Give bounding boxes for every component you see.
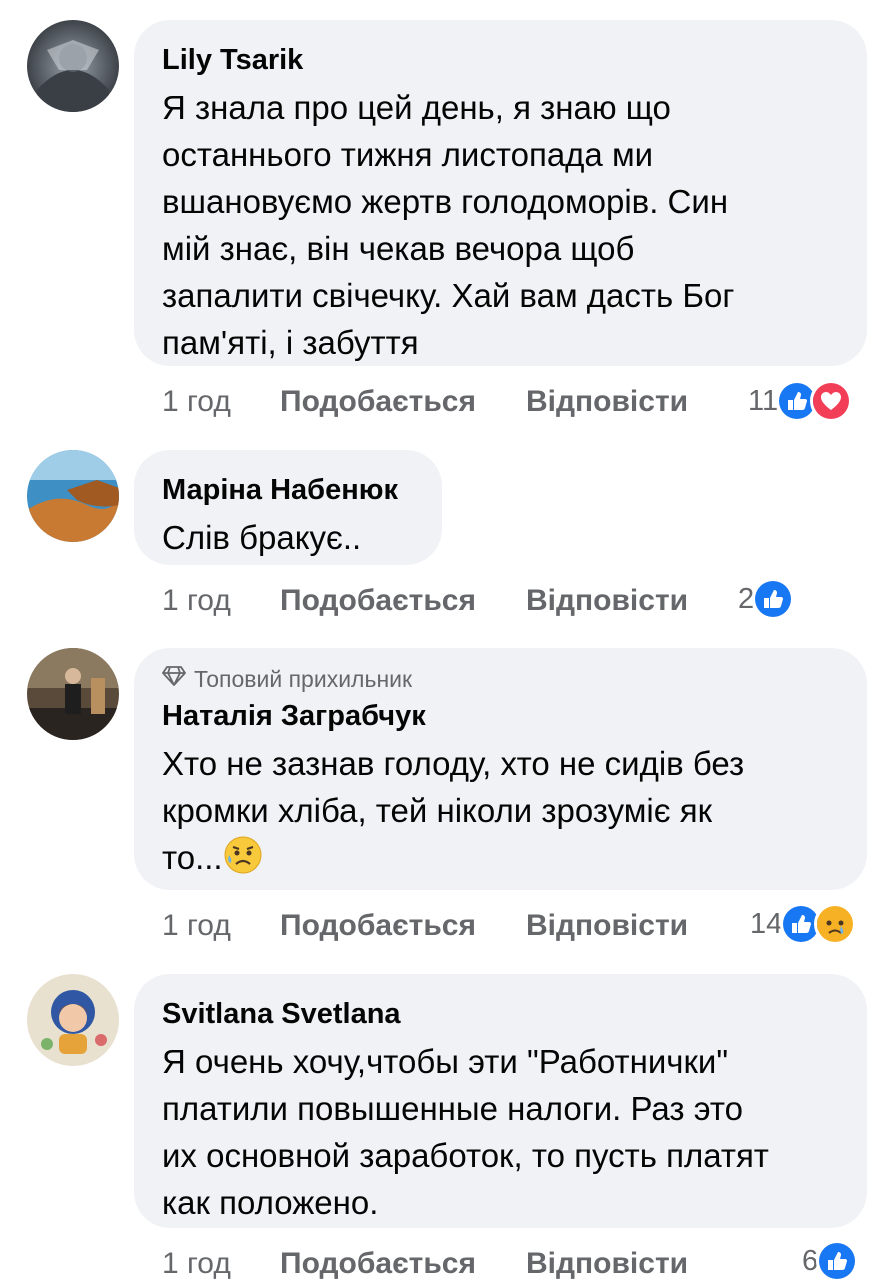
- comment-author[interactable]: Маріна Набенюк: [162, 472, 414, 508]
- avatar[interactable]: [27, 974, 119, 1066]
- comment-line: платили повышенные налоги. Раз это: [162, 1090, 743, 1127]
- comment-bubble: Топовий прихильник Наталія Заграбчук Хто…: [134, 648, 867, 890]
- comment-line: запалити свічечку. Хай вам дасть Бог: [162, 277, 735, 314]
- comment-text: Я очень хочу,чтобы эти "Работнички" плат…: [162, 1038, 839, 1226]
- comment-line: пам'яті, і забуття: [162, 324, 419, 361]
- comment-line: останнього тижня листопада ми: [162, 136, 654, 173]
- comment-text: Слів бракує..: [162, 514, 414, 561]
- comment-line: Я очень хочу,чтобы эти "Работнички": [162, 1043, 729, 1080]
- like-button[interactable]: Подобається: [280, 909, 526, 943]
- comment-author[interactable]: Lily Tsarik: [162, 42, 839, 78]
- sad-sweat-emoji-icon: [223, 835, 263, 887]
- comment-line: кромки хліба, тей ніколи зрозуміє як: [162, 792, 713, 829]
- avatar[interactable]: [27, 20, 119, 112]
- comment-timestamp[interactable]: 1 год: [162, 584, 280, 618]
- reaction-count: 14: [750, 907, 783, 940]
- comment-bubble: Маріна Набенюк Слів бракує..: [134, 450, 442, 565]
- reply-button[interactable]: Відповісти: [526, 385, 688, 419]
- comment-timestamp[interactable]: 1 год: [162, 909, 280, 943]
- diamond-icon: [162, 664, 186, 694]
- reaction-summary[interactable]: 14: [750, 903, 857, 945]
- comment-text: Я знала про цей день, я знаю що останньо…: [162, 84, 839, 366]
- top-fan-badge[interactable]: Топовий прихильник: [162, 664, 839, 694]
- comment-line: их основной заработок, то пусть платят: [162, 1137, 769, 1174]
- comment-text: Хто не зазнав голоду, хто не сидів без к…: [162, 740, 839, 887]
- reaction-summary[interactable]: 2: [738, 578, 795, 620]
- comment-line: Хто не зазнав голоду, хто не сидів без: [162, 745, 745, 782]
- avatar[interactable]: [27, 648, 119, 740]
- reply-button[interactable]: Відповісти: [526, 584, 688, 618]
- like-button[interactable]: Подобається: [280, 584, 526, 618]
- like-icon: [752, 578, 795, 620]
- comment-actions: 1 год Подобається Відповісти: [162, 1244, 688, 1284]
- like-icon: [816, 1240, 859, 1282]
- comment-timestamp[interactable]: 1 год: [162, 1247, 280, 1281]
- avatar[interactable]: [27, 450, 119, 542]
- comment-actions: 1 год Подобається Відповісти: [162, 581, 688, 621]
- reply-button[interactable]: Відповісти: [526, 909, 688, 943]
- comment-line-with-emoji: то...: [162, 834, 839, 887]
- comment-line: то...: [162, 839, 223, 876]
- comment-author[interactable]: Наталія Заграбчук: [162, 698, 839, 734]
- comment-line: Слів бракує..: [162, 519, 362, 556]
- comment-bubble: Svitlana Svetlana Я очень хочу,чтобы эти…: [134, 974, 867, 1228]
- comment-line: как положено.: [162, 1184, 379, 1221]
- sad-icon: [814, 903, 857, 945]
- reaction-summary[interactable]: 6: [802, 1240, 859, 1282]
- comment-actions: 1 год Подобається Відповісти: [162, 382, 688, 422]
- badge-label: Топовий прихильник: [194, 666, 413, 692]
- love-icon: [810, 380, 853, 422]
- like-button[interactable]: Подобається: [280, 385, 526, 419]
- comment-actions: 1 год Подобається Відповісти: [162, 906, 688, 946]
- comment-line: вшановуємо жертв голодоморів. Син: [162, 183, 729, 220]
- reply-button[interactable]: Відповісти: [526, 1247, 688, 1281]
- comment-line: мій знає, він чекав вечора щоб: [162, 230, 635, 267]
- reaction-summary[interactable]: 11: [748, 380, 853, 422]
- comment-author[interactable]: Svitlana Svetlana: [162, 996, 839, 1032]
- reaction-count: 11: [748, 384, 779, 417]
- like-button[interactable]: Подобається: [280, 1247, 526, 1281]
- comment-timestamp[interactable]: 1 год: [162, 385, 280, 419]
- comment-line: Я знала про цей день, я знаю що: [162, 89, 671, 126]
- comment-bubble: Lily Tsarik Я знала про цей день, я знаю…: [134, 20, 867, 366]
